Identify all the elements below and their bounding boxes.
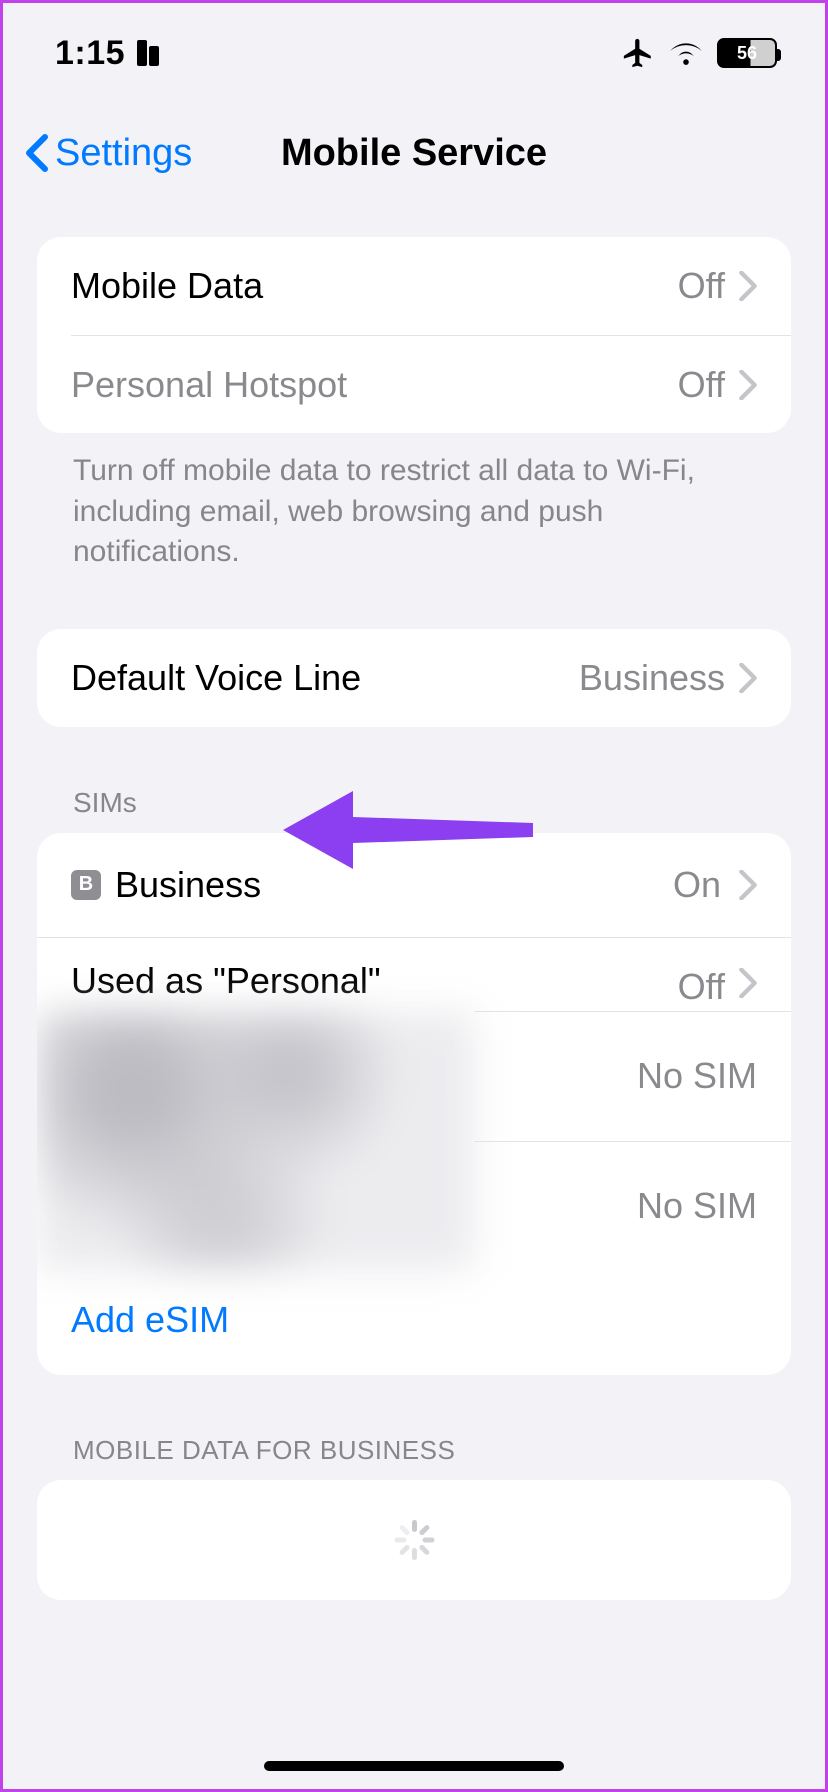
navigation-bar: Settings Mobile Service (3, 103, 825, 203)
mobile-data-for-business-header: MOBILE DATA FOR BUSINESS (37, 1375, 791, 1480)
no-sim-row[interactable]: No SIM (474, 1011, 791, 1141)
mobile-data-footer: Turn off mobile data to restrict all dat… (37, 433, 791, 573)
status-right: 56 (621, 36, 777, 70)
chevron-left-icon (23, 133, 51, 173)
wifi-icon (669, 39, 703, 67)
sim-personal-row[interactable]: Used as "Personal" Off (37, 937, 791, 1017)
back-label: Settings (55, 132, 192, 175)
chevron-right-icon (739, 271, 757, 301)
no-sim-label: No SIM (637, 1185, 757, 1227)
airplane-mode-icon (621, 36, 655, 70)
chevron-right-icon (739, 870, 757, 900)
mobile-data-for-business-group (37, 1480, 791, 1600)
sim-personal-label: Used as "Personal" (71, 960, 678, 1002)
mobile-data-row[interactable]: Mobile Data Off (37, 237, 791, 335)
home-indicator[interactable] (264, 1761, 564, 1771)
personal-hotspot-row[interactable]: Personal Hotspot Off (71, 335, 791, 433)
status-time: 1:15 (55, 34, 125, 73)
sim-personal-value: Off (678, 966, 725, 1008)
add-esim-label: Add eSIM (71, 1299, 229, 1340)
chevron-right-icon (739, 370, 757, 400)
chevron-right-icon (739, 968, 757, 998)
default-voice-line-value: Business (579, 657, 725, 699)
redacted-blur (37, 1011, 474, 1271)
sim-badge-icon: B (71, 870, 101, 900)
status-bar: 1:15 56 (3, 3, 825, 103)
default-voice-line-group: Default Voice Line Business (37, 629, 791, 727)
sims-group: B Business On Used as "Personal" Off No … (37, 833, 791, 1375)
add-esim-button[interactable]: Add eSIM (37, 1271, 791, 1375)
dual-sim-icon (137, 40, 159, 66)
status-left: 1:15 (55, 34, 159, 73)
redacted-sim-area: No SIM No SIM (37, 1011, 791, 1271)
page-title: Mobile Service (281, 132, 547, 175)
no-sim-row[interactable]: No SIM (474, 1141, 791, 1271)
chevron-right-icon (739, 663, 757, 693)
mobile-data-value: Off (678, 265, 725, 307)
sims-header: SIMs (37, 727, 791, 833)
personal-hotspot-label: Personal Hotspot (71, 364, 678, 406)
loading-spinner-icon (394, 1520, 434, 1560)
sim-business-row[interactable]: B Business On (37, 833, 791, 937)
sim-business-label: Business (115, 864, 261, 906)
default-voice-line-label: Default Voice Line (71, 657, 579, 699)
back-button[interactable]: Settings (23, 103, 192, 203)
personal-hotspot-value: Off (678, 364, 725, 406)
no-sim-label: No SIM (637, 1055, 757, 1097)
mobile-data-group: Mobile Data Off Personal Hotspot Off (37, 237, 791, 433)
mobile-data-label: Mobile Data (71, 265, 678, 307)
battery-percentage: 56 (737, 43, 757, 64)
sim-business-value: On (673, 864, 721, 906)
default-voice-line-row[interactable]: Default Voice Line Business (37, 629, 791, 727)
battery-icon: 56 (717, 38, 777, 68)
